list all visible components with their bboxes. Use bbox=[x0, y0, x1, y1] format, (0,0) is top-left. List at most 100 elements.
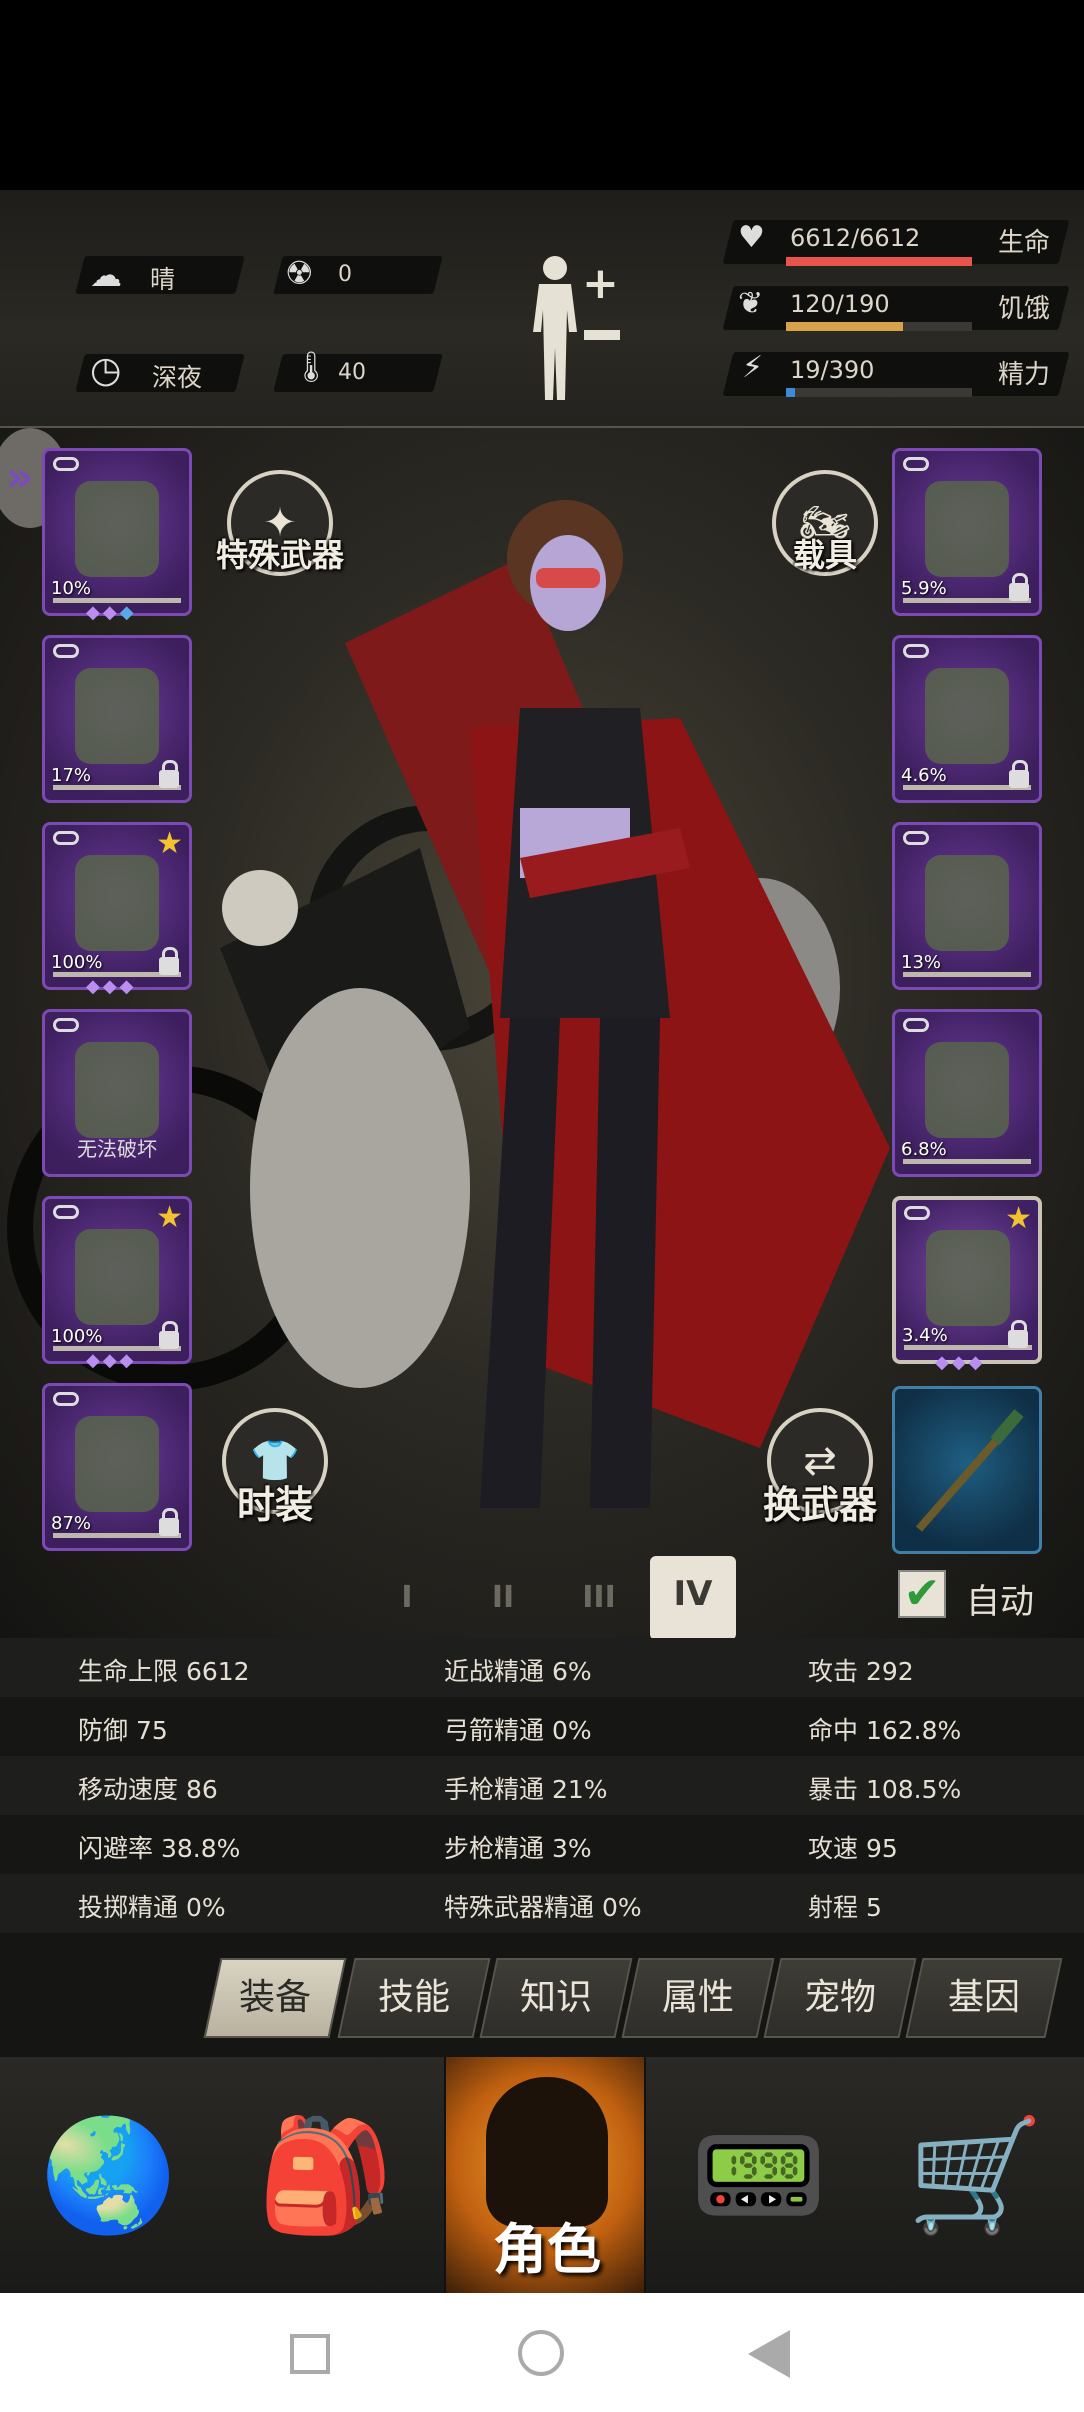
nav-radio[interactable]: 📟 bbox=[650, 2057, 867, 2293]
stat-cell: 射程 5 bbox=[808, 1893, 882, 1922]
stats-row: 投掷精通 0% 特殊武器精通 0% 射程 5 bbox=[0, 1874, 1084, 1933]
helmet-gem-slots: ◆◆◆ bbox=[86, 602, 137, 623]
stats-row: 闪避率 38.8% 步枪精通 3% 攻速 95 bbox=[0, 1815, 1084, 1874]
equipment-slot-boots[interactable]: 87% bbox=[42, 1383, 192, 1551]
vehicle-label: 载具 bbox=[792, 536, 857, 574]
recent-apps-icon[interactable] bbox=[290, 2334, 330, 2374]
stat-cell: 闪避率 38.8% bbox=[78, 1834, 241, 1863]
auto-checkbox[interactable]: ✔ bbox=[898, 1570, 946, 1618]
outfit-preset-2[interactable]: II bbox=[466, 1560, 540, 1636]
lock-icon bbox=[1008, 1320, 1028, 1348]
lock-icon bbox=[159, 1321, 179, 1349]
stat-cell: 特殊武器精通 0% bbox=[444, 1893, 642, 1922]
stat-cell: 移动速度 86 bbox=[78, 1775, 218, 1804]
stomach-icon: ❦ bbox=[738, 286, 764, 321]
boots-icon bbox=[75, 1416, 159, 1512]
jacket-gem-slots: ◆◆◆ bbox=[86, 976, 137, 997]
equipment-slot-shield[interactable]: 6.8% bbox=[892, 1009, 1042, 1177]
energy-bar bbox=[786, 388, 972, 397]
link-icon bbox=[903, 457, 929, 471]
radiation-value: 0 bbox=[338, 262, 352, 287]
nav-character-active[interactable]: 角色 bbox=[444, 2057, 646, 2293]
hunger-bar-fill bbox=[786, 322, 904, 331]
tab-skills-label: 技能 bbox=[377, 1977, 450, 2018]
equipment-slot-pants[interactable]: ★ 100% bbox=[42, 1196, 192, 1364]
minus-icon[interactable] bbox=[584, 330, 620, 340]
equipment-slot-backpack[interactable]: 无法破坏 bbox=[42, 1009, 192, 1177]
durability-percent: 5.9% bbox=[901, 578, 947, 599]
equipment-slot-goggles[interactable]: 5.9% bbox=[892, 448, 1042, 616]
outfit-preset-2-label: II bbox=[491, 1580, 515, 1615]
secondary-weapon-slot[interactable] bbox=[892, 1386, 1042, 1554]
link-icon bbox=[53, 831, 79, 845]
equipment-slot-gas-mask[interactable]: 4.6% bbox=[892, 635, 1042, 803]
nav-world-map[interactable]: 🌏 bbox=[0, 2057, 217, 2293]
hunger-text: 120/190 bbox=[790, 290, 890, 318]
durability-percent: 100% bbox=[51, 1326, 103, 1347]
pants-gem-slots: ◆◆◆ bbox=[86, 1350, 137, 1371]
tab-equipment[interactable]: 装备 bbox=[203, 1958, 347, 2038]
special-weapon-button[interactable]: ✦ 特殊武器 bbox=[210, 470, 350, 576]
tab-genes[interactable]: 基因 bbox=[905, 1958, 1063, 2038]
nav-backpack[interactable]: 🎒 bbox=[217, 2057, 434, 2293]
outfit-preset-4-active[interactable]: IV bbox=[650, 1556, 736, 1640]
energy-text: 19/390 bbox=[790, 356, 875, 384]
swap-weapon-label: 换武器 bbox=[762, 1483, 877, 1527]
outfit-preset-1-label: I bbox=[401, 1580, 413, 1615]
tab-knowledge[interactable]: 知识 bbox=[479, 1958, 633, 2038]
shopping-cart-icon: 🛒 bbox=[907, 2111, 1044, 2239]
vest-icon bbox=[75, 668, 159, 764]
fashion-button[interactable]: 👕 时装 bbox=[210, 1408, 340, 1529]
thermometer-icon: 🌡 bbox=[292, 350, 331, 385]
tab-pets-label: 宠物 bbox=[803, 1977, 876, 2018]
tab-pets[interactable]: 宠物 bbox=[763, 1958, 917, 2038]
indestructible-label: 无法破坏 bbox=[77, 1137, 157, 1161]
backpack-icon bbox=[75, 1042, 159, 1138]
lock-icon bbox=[1009, 760, 1029, 788]
swap-weapon-button[interactable]: ⇄ 换武器 bbox=[750, 1408, 890, 1529]
equipment-slot-jacket[interactable]: ★ 100% bbox=[42, 822, 192, 990]
hp-bar bbox=[786, 257, 972, 266]
outfit-preset-1[interactable]: I bbox=[370, 1560, 444, 1636]
nav-shop[interactable]: 🛒 bbox=[867, 2057, 1084, 2293]
stat-cell: 步枪精通 3% bbox=[444, 1834, 592, 1863]
link-icon bbox=[53, 644, 79, 658]
link-icon bbox=[903, 644, 929, 658]
link-icon bbox=[53, 1392, 79, 1406]
plus-icon[interactable]: + bbox=[582, 258, 619, 309]
top-blank-area bbox=[0, 0, 1084, 190]
tab-genes-label: 基因 bbox=[947, 1977, 1020, 2018]
durability-percent: 3.4% bbox=[902, 1325, 948, 1346]
durability-percent: 10% bbox=[51, 578, 92, 599]
equipment-slot-armor[interactable]: 13% bbox=[892, 822, 1042, 990]
stat-cell: 攻击 292 bbox=[808, 1657, 914, 1686]
durability-percent: 4.6% bbox=[901, 765, 947, 786]
equipment-slot-vest[interactable]: 17% bbox=[42, 635, 192, 803]
nav-character-label: 角色 bbox=[493, 2218, 601, 2281]
tab-attributes[interactable]: 属性 bbox=[621, 1958, 775, 2038]
globe-icon: 🌏 bbox=[40, 2111, 177, 2239]
durability-percent: 13% bbox=[901, 952, 942, 973]
fashion-label: 时装 bbox=[236, 1483, 313, 1527]
body-status-icon[interactable] bbox=[525, 252, 585, 402]
special-weapon-label: 特殊武器 bbox=[215, 536, 344, 574]
outfit-preset-4-label: IV bbox=[673, 1574, 713, 1614]
stat-cell: 攻速 95 bbox=[808, 1834, 898, 1863]
link-icon bbox=[904, 1206, 930, 1220]
tab-skills[interactable]: 技能 bbox=[337, 1958, 491, 2038]
stats-row: 移动速度 86 手枪精通 21% 暴击 108.5% bbox=[0, 1756, 1084, 1815]
vehicle-button[interactable]: 🏍 载具 bbox=[760, 470, 890, 576]
home-icon[interactable] bbox=[518, 2330, 564, 2376]
stats-row: 防御 75 弓箭精通 0% 命中 162.8% bbox=[0, 1697, 1084, 1756]
stat-cell: 近战精通 6% bbox=[444, 1657, 592, 1686]
tab-attributes-label: 属性 bbox=[661, 1977, 734, 2018]
heart-pulse-icon: ♥ bbox=[738, 220, 765, 255]
hp-label: 生命 bbox=[998, 228, 1051, 258]
back-icon[interactable] bbox=[748, 2330, 790, 2378]
energy-label: 精力 bbox=[998, 360, 1051, 390]
pistol-icon bbox=[926, 1230, 1010, 1326]
lightning-icon: ⚡ bbox=[742, 350, 764, 385]
equipment-slot-pistol[interactable]: ★ 3.4% bbox=[892, 1196, 1042, 1364]
outfit-preset-3[interactable]: III bbox=[562, 1560, 636, 1636]
equipment-slot-helmet[interactable]: 10% bbox=[42, 448, 192, 616]
